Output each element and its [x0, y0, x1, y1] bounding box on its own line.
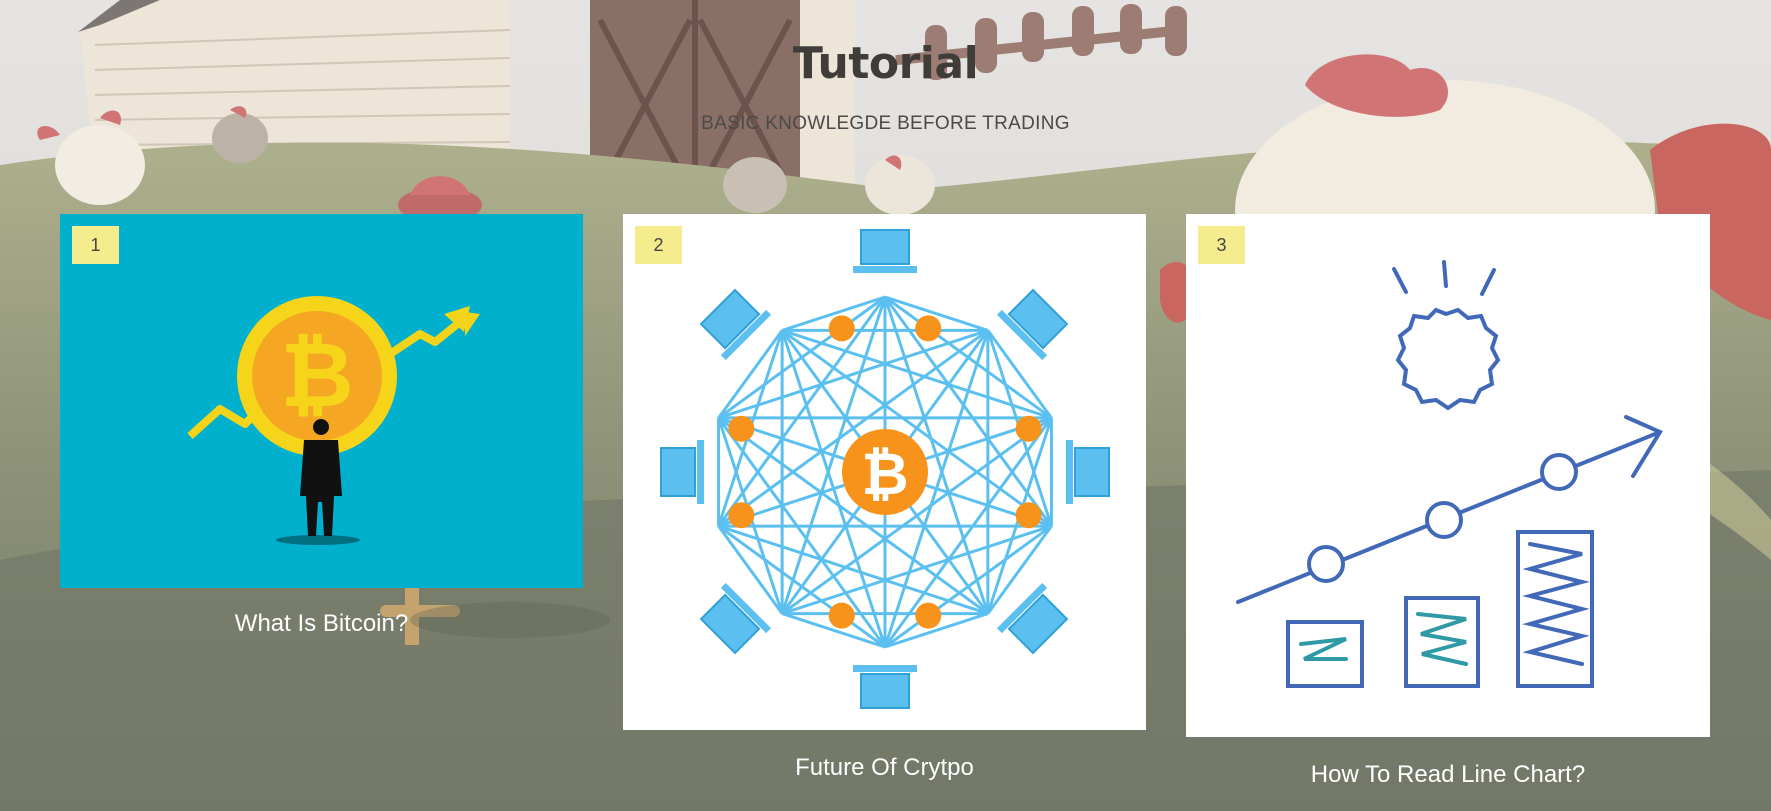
bitcoin-coin-icon: ₿ [187, 296, 480, 545]
page-header: Tutorial BASIC KNOWLEGDE BEFORE TRADING [0, 38, 1771, 135]
svg-text:₿: ₿ [861, 440, 908, 508]
card-title-link[interactable]: How To Read Line Chart? [1186, 761, 1710, 789]
growth-chart-icon [1236, 260, 1663, 688]
page-subtitle: BASIC KNOWLEGDE BEFORE TRADING [701, 113, 1070, 134]
blockchain-network-icon: ₿ [660, 229, 1110, 709]
bitcoin-investor-image[interactable]: ₿ 1 [60, 214, 583, 588]
card-title-link[interactable]: Future Of Crytpo [623, 754, 1146, 782]
card-number-badge: 3 [1198, 226, 1245, 264]
svg-text:₿: ₿ [280, 323, 353, 428]
card-number-badge: 2 [635, 226, 682, 264]
card-number-badge: 1 [72, 226, 119, 264]
card-title-link[interactable]: What Is Bitcoin? [60, 610, 583, 638]
line-chart-growth-image[interactable]: 3 [1186, 214, 1710, 737]
page-title: Tutorial [792, 38, 979, 89]
blockchain-network-image[interactable]: ₿ 2 [623, 214, 1146, 730]
